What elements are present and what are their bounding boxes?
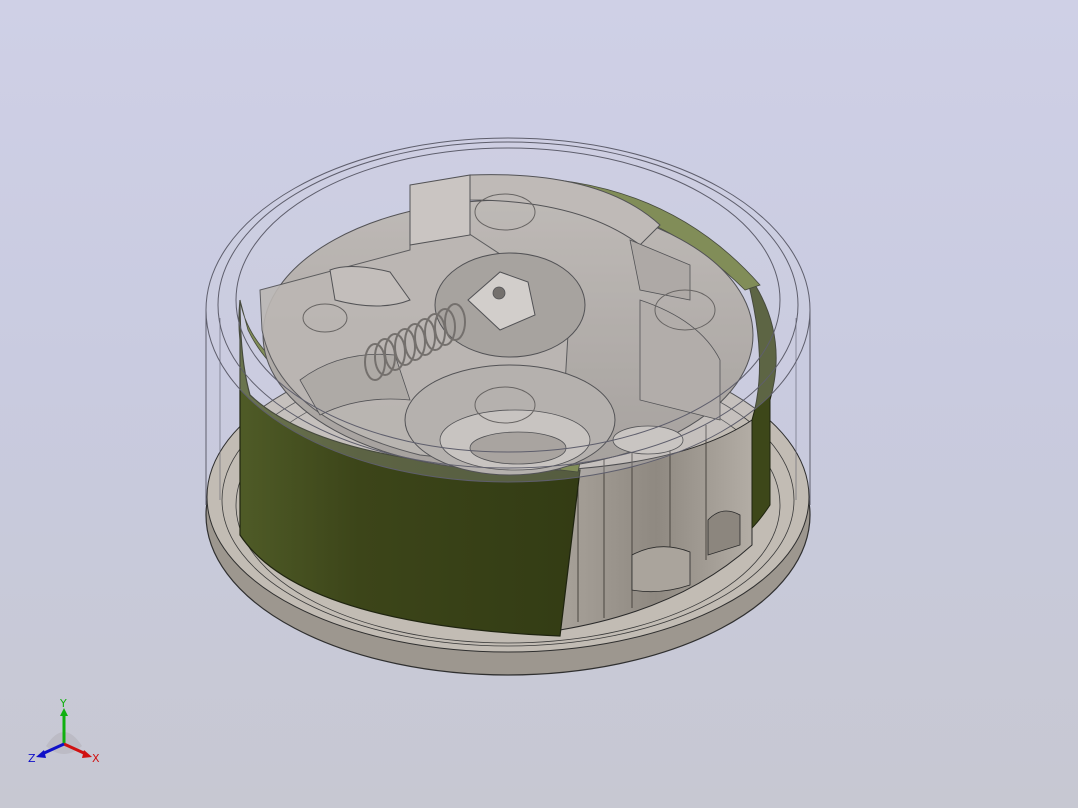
graphics-viewport[interactable]: Y X Z	[0, 0, 1078, 808]
model-view[interactable]	[0, 0, 1078, 808]
x-axis-label: X	[92, 752, 100, 765]
z-axis-arrow-icon	[36, 750, 46, 758]
x-axis-arrow-icon	[82, 750, 92, 758]
y-axis-label: Y	[59, 697, 67, 710]
axis-triad: Y X Z	[28, 697, 100, 765]
z-axis-label: Z	[28, 752, 36, 765]
